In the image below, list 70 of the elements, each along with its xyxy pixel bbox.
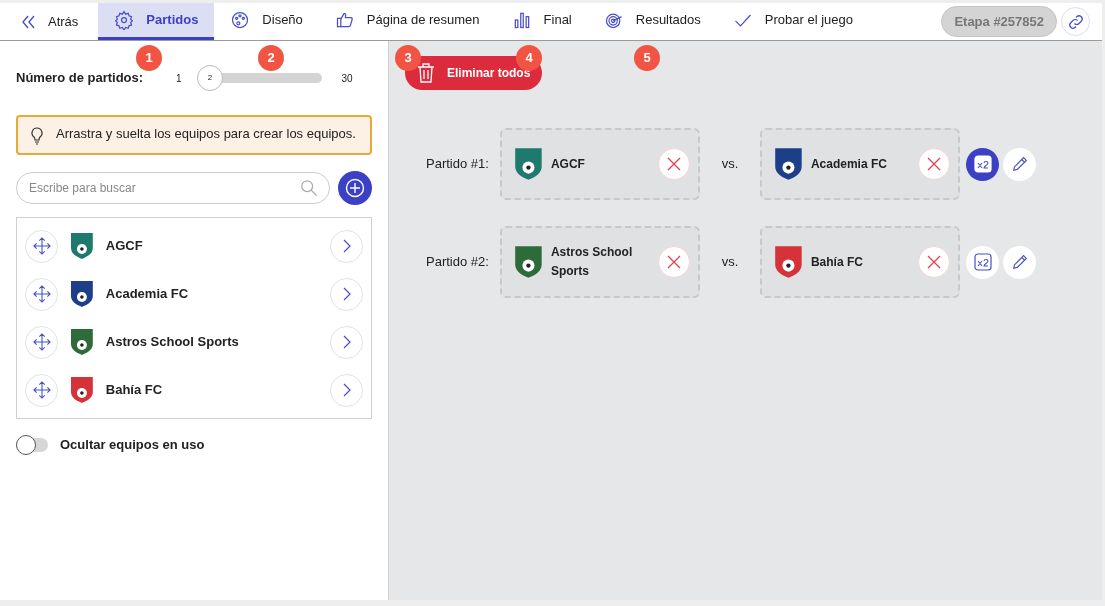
- remove-button[interactable]: [658, 246, 690, 278]
- team-crest-icon: [774, 245, 803, 279]
- link-icon: [1066, 12, 1085, 31]
- versus-label: vs.: [720, 155, 740, 174]
- team-crest-icon: [70, 280, 94, 308]
- team-crest-icon: [70, 232, 94, 260]
- search-icon: [300, 179, 318, 197]
- move-icon: [32, 237, 51, 255]
- lightbulb-icon: [30, 127, 44, 145]
- team-name: Astros School Sports: [105, 333, 240, 352]
- nav-tab[interactable]: Diseño: [214, 3, 319, 40]
- palette-icon: [230, 10, 251, 30]
- team-crest-icon: [70, 328, 94, 356]
- nav-tab[interactable]: Resultados: [587, 3, 717, 40]
- slider-thumb[interactable]: 2: [197, 65, 223, 91]
- hide-used-label: Ocultar equipos en uso: [60, 436, 205, 454]
- add-team-button[interactable]: [338, 171, 372, 205]
- gear-icon: [114, 10, 135, 30]
- double-points-button[interactable]: [966, 147, 999, 181]
- double-chevron-left-icon: [20, 13, 36, 30]
- nav-tab[interactable]: Página de resumen: [318, 3, 496, 40]
- double-points-button[interactable]: [966, 245, 999, 279]
- team-crest-icon: [514, 147, 543, 181]
- pencil-icon: [1010, 253, 1029, 271]
- remove-button[interactable]: [918, 148, 950, 180]
- slider-max-label: 30: [341, 71, 353, 86]
- search-field[interactable]: Escribe para buscar: [16, 172, 330, 204]
- team-name: Astros School Sports: [550, 244, 634, 280]
- close-icon: [926, 156, 942, 172]
- team-name: AGCF: [105, 237, 144, 256]
- hide-used-toggle[interactable]: [16, 437, 48, 452]
- pencil-icon: [1010, 155, 1029, 173]
- hint-text: Arrastra y suelta los equipos para crear los equipos.: [56, 125, 356, 143]
- nav-tab[interactable]: Partidos: [98, 3, 215, 40]
- plus-circle-icon: [345, 178, 365, 198]
- multiplier-icon: [973, 155, 992, 173]
- nav-tab[interactable]: Probar el juego: [716, 3, 869, 40]
- team-slot[interactable]: Academia FC: [760, 128, 960, 200]
- slider-min-label: 1: [176, 71, 182, 86]
- move-icon: [32, 333, 51, 351]
- team-slot[interactable]: Bahía FC: [760, 226, 960, 298]
- edit-button[interactable]: [1003, 245, 1036, 279]
- team-name: Bahía FC: [105, 381, 164, 400]
- match-label: Partido #1:: [426, 155, 490, 174]
- close-icon: [666, 156, 682, 172]
- thumbs-up-icon: [334, 10, 355, 30]
- stage-badge: Etapa #257852: [941, 5, 1057, 38]
- team-name: Academia FC: [810, 155, 888, 173]
- team-name: AGCF: [550, 155, 586, 173]
- team-crest-icon: [514, 245, 543, 279]
- team-crest-icon: [774, 147, 803, 181]
- nav-tab[interactable]: Final: [495, 3, 588, 40]
- back-button[interactable]: Atrás: [12, 3, 99, 40]
- close-icon: [926, 254, 942, 270]
- team-slot[interactable]: AGCF: [500, 128, 700, 200]
- trash-icon: [417, 63, 435, 83]
- remove-button[interactable]: [658, 148, 690, 180]
- team-name: Academia FC: [105, 285, 190, 304]
- team-name: Bahía FC: [810, 253, 864, 271]
- matches-count-label: Número de partidos:: [16, 69, 145, 88]
- team-crest-icon: [70, 376, 94, 404]
- match-label: Partido #2:: [426, 253, 490, 272]
- multiplier-icon: [973, 253, 992, 271]
- move-icon: [32, 381, 51, 399]
- team-slot[interactable]: Astros School Sports: [500, 226, 700, 298]
- remove-button[interactable]: [918, 246, 950, 278]
- move-icon: [32, 285, 51, 303]
- versus-label: vs.: [720, 253, 740, 272]
- edit-button[interactable]: [1003, 147, 1036, 181]
- close-icon: [666, 254, 682, 270]
